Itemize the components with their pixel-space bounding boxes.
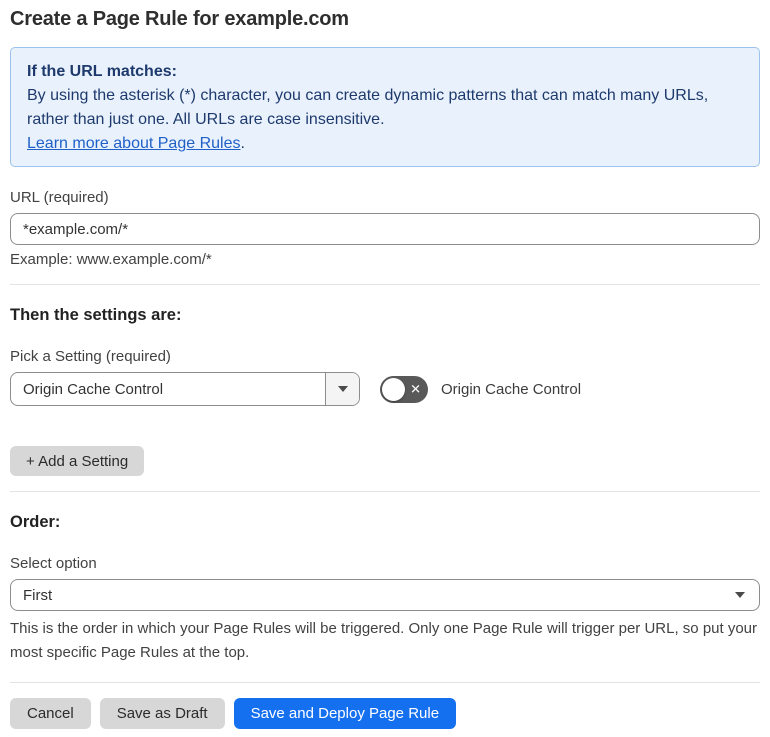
order-select-label: Select option bbox=[10, 555, 97, 572]
order-section-heading: Order: bbox=[10, 513, 61, 531]
pick-setting-label: Pick a Setting (required) bbox=[10, 348, 171, 365]
link-period: . bbox=[240, 135, 245, 152]
setting-select-value: Origin Cache Control bbox=[23, 380, 164, 398]
setting-select[interactable]: Origin Cache Control bbox=[10, 372, 360, 406]
cancel-button[interactable]: Cancel bbox=[10, 698, 91, 729]
save-and-deploy-button[interactable]: Save and Deploy Page Rule bbox=[233, 698, 457, 729]
setting-select-arrow-button[interactable] bbox=[325, 373, 359, 405]
order-help-text: This is the order in which your Page Rul… bbox=[10, 620, 758, 661]
learn-more-link[interactable]: Learn more about Page Rules bbox=[27, 135, 240, 152]
url-match-info-box: If the URL matches: By using the asteris… bbox=[10, 47, 760, 167]
toggle-label: Origin Cache Control bbox=[441, 380, 582, 398]
info-box-body: By using the asterisk (*) character, you… bbox=[27, 87, 709, 128]
order-select-value: First bbox=[23, 586, 53, 604]
toggle-off-icon: ✕ bbox=[410, 381, 421, 397]
divider bbox=[10, 682, 760, 683]
url-input[interactable] bbox=[10, 213, 760, 245]
page-title: Create a Page Rule for example.com bbox=[10, 8, 349, 30]
url-example-text: Example: www.example.com/* bbox=[10, 251, 212, 268]
order-select-caret-wrap bbox=[735, 592, 759, 598]
footer-actions: Cancel Save as Draft Save and Deploy Pag… bbox=[10, 698, 760, 729]
setting-row: Origin Cache Control ✕ Origin Cache Cont… bbox=[10, 372, 760, 406]
divider bbox=[10, 491, 760, 492]
caret-down-icon bbox=[735, 592, 745, 598]
toggle-knob bbox=[382, 377, 405, 401]
caret-down-icon bbox=[337, 386, 348, 392]
order-select[interactable]: First bbox=[10, 579, 760, 611]
info-box-heading: If the URL matches: bbox=[27, 63, 177, 80]
divider bbox=[10, 284, 760, 285]
add-setting-button[interactable]: + Add a Setting bbox=[10, 446, 145, 476]
save-as-draft-button[interactable]: Save as Draft bbox=[99, 698, 225, 729]
create-page-rule-form: Create a Page Rule for example.com If th… bbox=[0, 0, 770, 737]
settings-section-heading: Then the settings are: bbox=[10, 306, 182, 324]
origin-cache-control-toggle[interactable]: ✕ bbox=[380, 375, 428, 403]
info-box-link-line: Learn more about Page Rules. bbox=[27, 132, 743, 156]
url-field-label: URL (required) bbox=[10, 189, 109, 206]
